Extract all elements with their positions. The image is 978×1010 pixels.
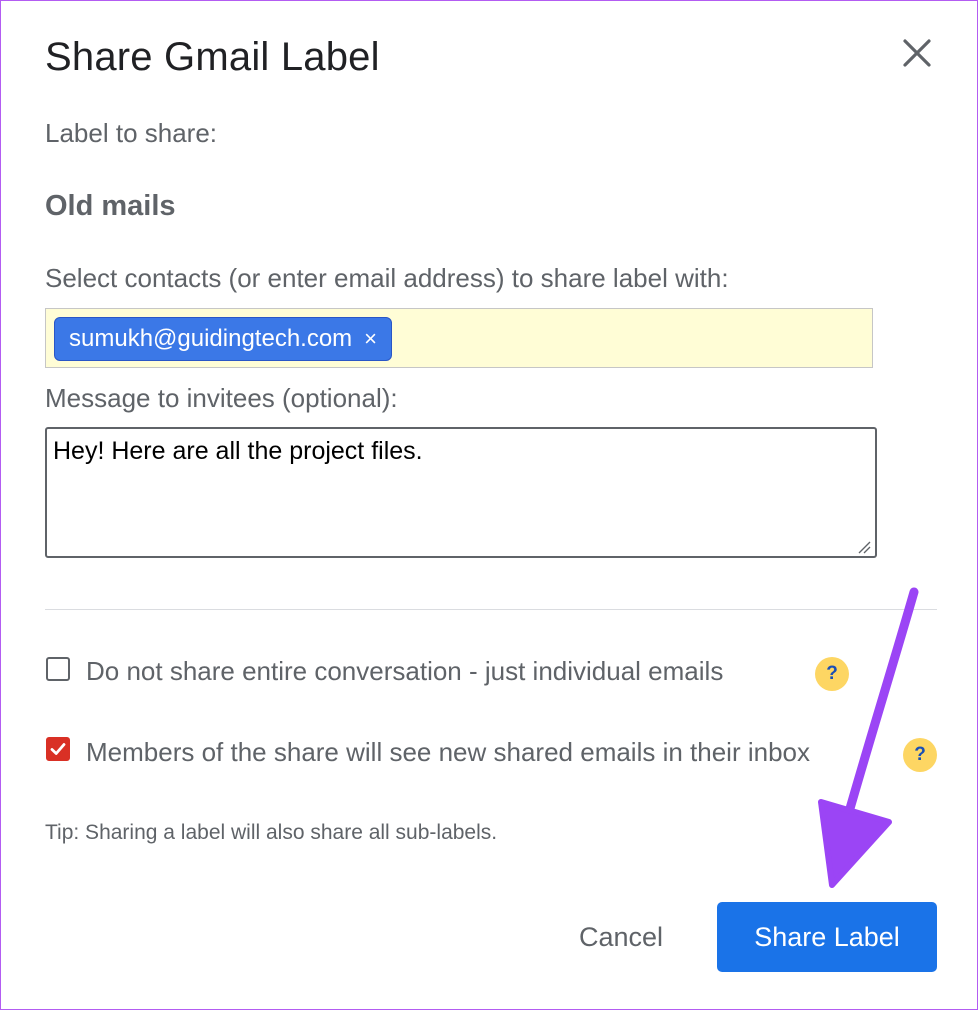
share-label-button[interactable]: Share Label	[717, 902, 937, 972]
contact-chip[interactable]: sumukh@guidingtech.com ×	[54, 317, 393, 361]
inbox-visibility-label[interactable]: Members of the share will see new shared…	[86, 736, 810, 768]
close-button[interactable]	[895, 35, 939, 75]
contacts-input[interactable]: sumukh@guidingtech.com ×	[45, 308, 873, 368]
checkmark-icon	[50, 743, 66, 755]
chip-remove-icon[interactable]: ×	[364, 317, 377, 361]
tip-text: Tip: Sharing a label will also share all…	[45, 821, 498, 844]
message-textarea[interactable]: Hey! Here are all the project files.	[45, 427, 877, 558]
resize-grip-icon[interactable]	[857, 540, 871, 554]
dialog-title: Share Gmail Label	[45, 35, 380, 79]
label-name: Old mails	[45, 190, 176, 222]
individual-emails-checkbox[interactable]	[46, 657, 70, 681]
label-to-share-heading: Label to share:	[45, 118, 218, 148]
cancel-button[interactable]: Cancel	[553, 905, 689, 969]
section-divider	[45, 609, 937, 610]
help-icon[interactable]: ?	[903, 738, 937, 772]
inbox-visibility-checkbox[interactable]	[46, 737, 70, 761]
message-label: Message to invitees (optional):	[45, 383, 398, 413]
share-label-dialog: Share Gmail Label Label to share: Old ma…	[0, 0, 978, 1010]
contacts-label: Select contacts (or enter email address)…	[45, 263, 729, 293]
individual-emails-label[interactable]: Do not share entire conversation - just …	[86, 655, 723, 687]
help-icon[interactable]: ?	[815, 657, 849, 691]
contact-chip-email: sumukh@guidingtech.com	[69, 325, 353, 352]
close-icon	[903, 39, 931, 67]
